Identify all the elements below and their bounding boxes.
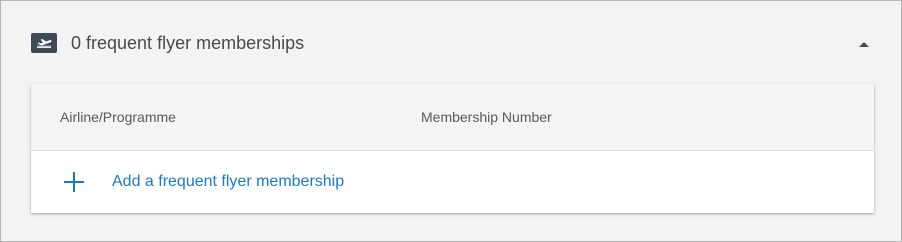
column-header-airline: Airline/Programme <box>60 109 176 125</box>
section-title: 0 frequent flyer memberships <box>71 32 305 53</box>
airplane-departure-icon <box>31 33 57 53</box>
table-header: Airline/Programme Membership Number <box>31 84 874 151</box>
plus-icon <box>62 170 86 194</box>
section-header: 0 frequent flyer memberships <box>31 27 304 59</box>
memberships-table-card: Airline/Programme Membership Number Add … <box>31 84 874 213</box>
frequent-flyer-section: 0 frequent flyer memberships Airline/Pro… <box>0 0 902 242</box>
collapse-toggle-button[interactable] <box>855 35 873 53</box>
add-membership-label[interactable]: Add a frequent flyer membership <box>112 173 344 191</box>
column-header-membership-number: Membership Number <box>421 109 552 125</box>
caret-up-icon <box>859 42 869 47</box>
add-membership-button[interactable]: Add a frequent flyer membership <box>31 151 874 213</box>
